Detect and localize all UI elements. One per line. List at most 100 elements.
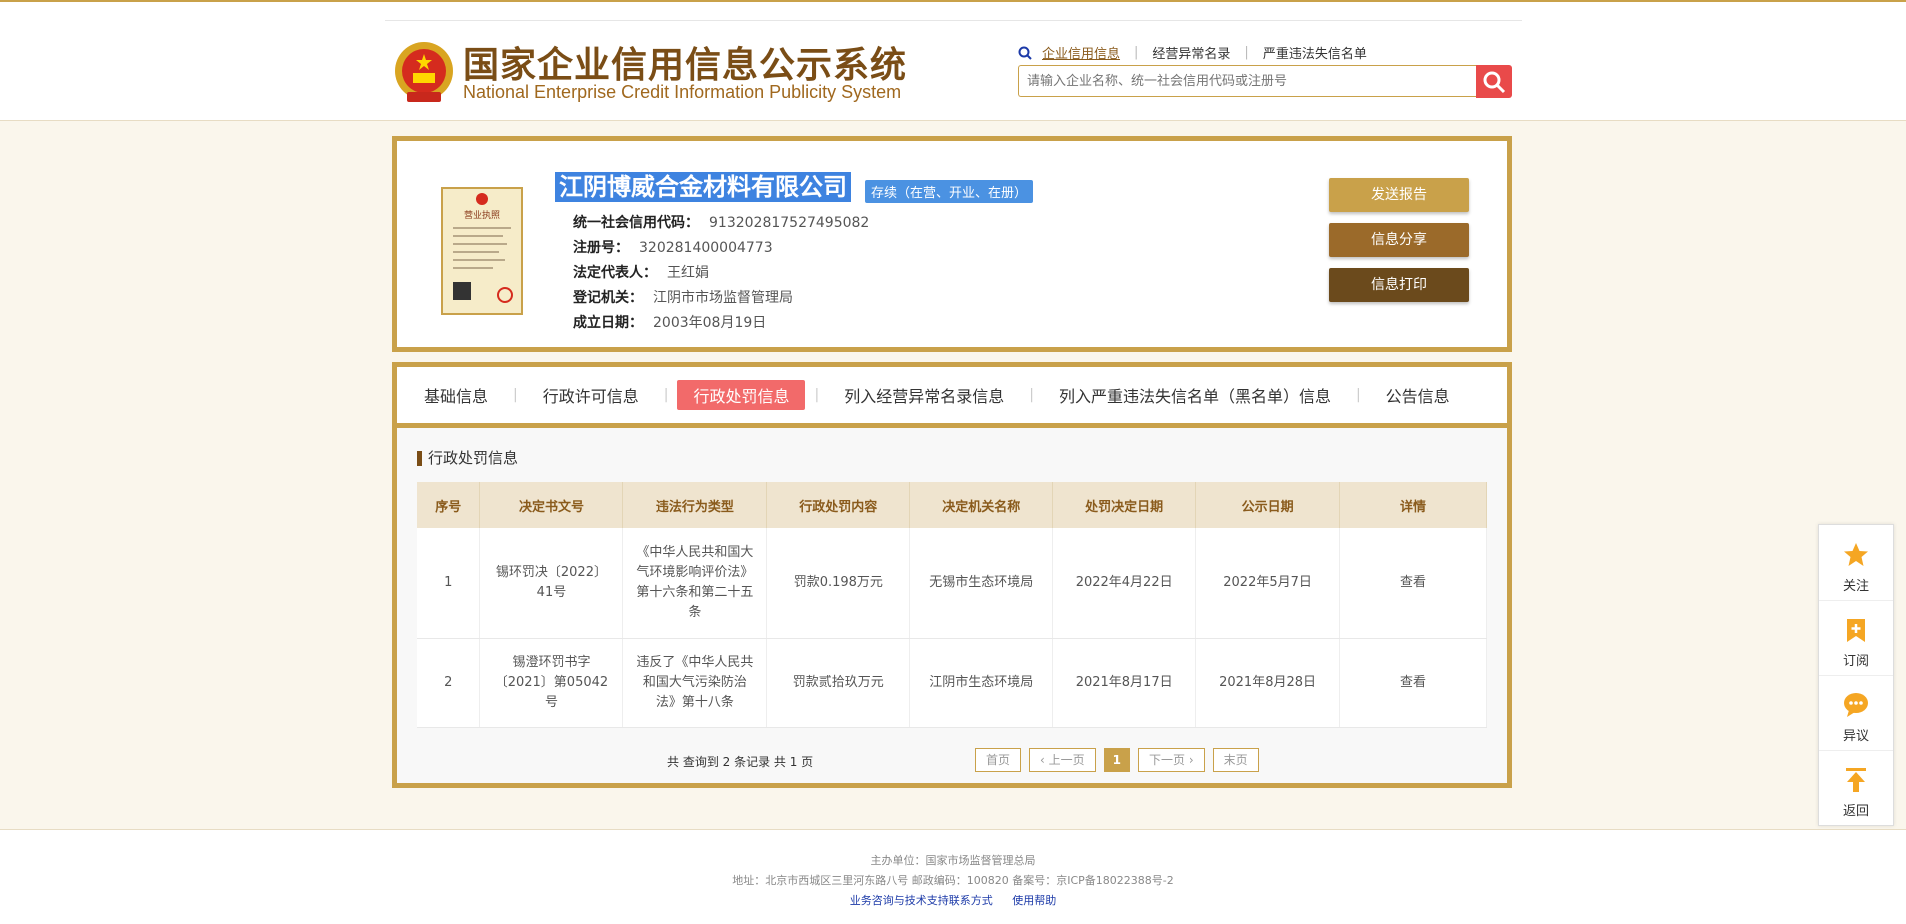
tab-separator: | [663,387,669,403]
col-header: 序号 [417,482,481,528]
search-input[interactable] [1019,66,1475,96]
col-header: 公示日期 [1195,482,1341,528]
nav-credit-info[interactable]: 企业信用信息 [1042,43,1120,62]
tab-separator: | [513,387,518,403]
cell-doc-no: 锡澄环罚书字〔2021〕第05042号 [479,638,624,728]
back-label: 返回 [1842,804,1869,819]
cell-penalty: 罚款0.198万元 [766,528,911,639]
search-button[interactable] [1476,65,1512,98]
tab-admin-license[interactable]: 行政许可信息 [527,380,655,410]
legal-rep-row: 法定代表人： 王红娟 [573,262,709,282]
current-page[interactable]: 1 [1103,748,1131,772]
section-title: 行政处罚信息 [417,451,518,466]
subscribe-button[interactable]: 订阅 [1819,600,1893,676]
tab-basic-info[interactable]: 基础信息 [408,380,504,410]
tab-blacklist[interactable]: 列入严重违法失信名单（黑名单）信息 [1043,380,1347,410]
nav-abnormal-list[interactable]: 经营异常名录 [1152,43,1230,62]
first-page-button[interactable]: 首页 [975,748,1022,772]
next-page-button[interactable]: 下一页 › [1138,748,1205,772]
penalty-table: 序号 决定书文号 违法行为类型 行政处罚内容 决定机关名称 处罚决定日期 公示日… [417,482,1487,728]
site-footer: 主办单位：国家市场监督管理总局 地址：北京市西城区三里河东路八号 邮政编码：10… [0,829,1906,924]
tab-abnormal-list[interactable]: 列入经营异常名录信息 [828,380,1020,410]
company-name: 江阴博威合金材料有限公司 [555,172,851,202]
legal-rep-label: 法定代表人： [573,265,657,281]
search-box [1018,65,1476,97]
found-date-label: 成立日期： [573,315,643,331]
search-icon [1483,71,1506,93]
cell-publish-date: 2021年8月28日 [1195,638,1341,728]
tab-separator: | [1029,387,1034,403]
legal-rep-value: 王红娟 [667,265,709,281]
nav-blacklist[interactable]: 严重违法失信名单 [1263,43,1367,62]
nav-separator: | [1244,45,1249,60]
table-row: 1 锡环罚决〔2022〕41号 《中华人民共和国大气环境影响评价法》第十六条和第… [417,528,1487,639]
license-title: 营业执照 [464,209,500,221]
chat-bubble-icon [1844,693,1868,717]
site-title-en: National Enterprise Credit Information P… [463,82,902,102]
cell-violation: 《中华人民共和国大气环境影响评价法》第十六条和第二十五条 [622,528,768,639]
pagination: 首页 ‹ 上一页 1 下一页 › 末页 [975,748,1259,772]
footer-contact-link[interactable]: 业务咨询与技术支持联系方式 [850,894,993,907]
table-row: 2 锡澄环罚书字〔2021〕第05042号 违反了《中华人民共和国大气污染防治法… [417,638,1487,728]
cell-penalty: 罚款贰拾玖万元 [766,638,911,728]
col-header: 决定书文号 [479,482,624,528]
cell-decision-date: 2022年4月22日 [1052,528,1197,639]
prev-page-label: 上一页 [1048,753,1085,767]
footer-links: 业务咨询与技术支持联系方式 使用帮助 [0,892,1906,908]
cell-doc-no: 锡环罚决〔2022〕41号 [479,528,624,639]
objection-button[interactable]: 异议 [1819,675,1893,751]
credit-code-row: 统一社会信用代码： 913202817527495082 [573,212,869,232]
prev-page-button[interactable]: ‹ 上一页 [1029,748,1096,772]
subscribe-label: 订阅 [1842,654,1869,669]
reg-no-row: 注册号： 320281400004773 [573,237,773,257]
nav-separator: | [1134,45,1139,60]
credit-code-label: 统一社会信用代码： [573,215,699,231]
credit-code-value: 913202817527495082 [709,215,870,231]
follow-label: 关注 [1842,579,1869,594]
cell-authority: 江阴市生态环境局 [909,638,1054,728]
detail-card: 基础信息 | 行政许可信息 | 行政处罚信息 | 列入经营异常名录信息 | 列入… [392,362,1512,788]
back-to-top-button[interactable]: 返回 [1819,750,1893,825]
bookmark-plus-icon [1847,619,1865,642]
tab-separator: | [814,387,820,403]
top-nav: 企业信用信息 | 经营异常名录 | 严重违法失信名单 [1018,43,1367,62]
view-detail-link[interactable]: 查看 [1339,638,1487,728]
col-header: 行政处罚内容 [766,482,911,528]
search-small-icon [1018,46,1032,60]
reg-authority-label: 登记机关： [573,290,643,306]
record-total: 共 查询到 2 条记录 共 1 页 [667,755,814,769]
reg-no-label: 注册号： [573,240,629,256]
share-info-button[interactable]: 信息分享 [1329,223,1469,257]
next-page-label: 下一页 [1149,753,1186,767]
found-date-row: 成立日期： 2003年08月19日 [573,312,766,332]
star-icon [1844,543,1868,566]
tab-bar: 基础信息 | 行政许可信息 | 行政处罚信息 | 列入经营异常名录信息 | 列入… [397,367,1507,428]
header-divider [385,20,1522,21]
site-title-cn: 国家企业信用信息公示系统 [463,45,908,86]
cell-index: 1 [417,528,481,639]
company-card: 营业执照 江阴博威合金材料有限公司 存续（在营、开业、在册） 统一社会信用代码：… [392,136,1512,352]
cell-violation: 违反了《中华人民共和国大气污染防治法》第十八条 [622,638,768,728]
site-header: 国家企业信用信息公示系统 National Enterprise Credit … [0,2,1906,121]
cell-authority: 无锡市生态环境局 [909,528,1054,639]
national-emblem-icon [395,42,453,102]
send-report-button[interactable]: 发送报告 [1329,178,1469,212]
col-header: 详情 [1339,482,1487,528]
arrow-up-icon [1846,768,1866,792]
tab-admin-penalty[interactable]: 行政处罚信息 [677,380,806,410]
footer-help-link[interactable]: 使用帮助 [1012,894,1056,907]
footer-address: 地址：北京市西城区三里河东路八号 邮政编码：100820 备案号：京ICP备18… [732,874,1174,887]
follow-button[interactable]: 关注 [1819,525,1893,601]
business-license-image[interactable]: 营业执照 [441,187,523,315]
reg-authority-value: 江阴市市场监督管理局 [653,290,793,306]
col-header: 违法行为类型 [622,482,768,528]
print-info-button[interactable]: 信息打印 [1329,268,1469,302]
cell-index: 2 [417,638,481,728]
cell-decision-date: 2021年8月17日 [1052,638,1197,728]
col-header: 处罚决定日期 [1052,482,1197,528]
tab-separator: | [1355,387,1361,403]
table-header-row: 序号 决定书文号 违法行为类型 行政处罚内容 决定机关名称 处罚决定日期 公示日… [417,482,1487,528]
view-detail-link[interactable]: 查看 [1339,528,1487,639]
last-page-button[interactable]: 末页 [1212,748,1259,772]
tab-announcement[interactable]: 公告信息 [1370,380,1466,410]
